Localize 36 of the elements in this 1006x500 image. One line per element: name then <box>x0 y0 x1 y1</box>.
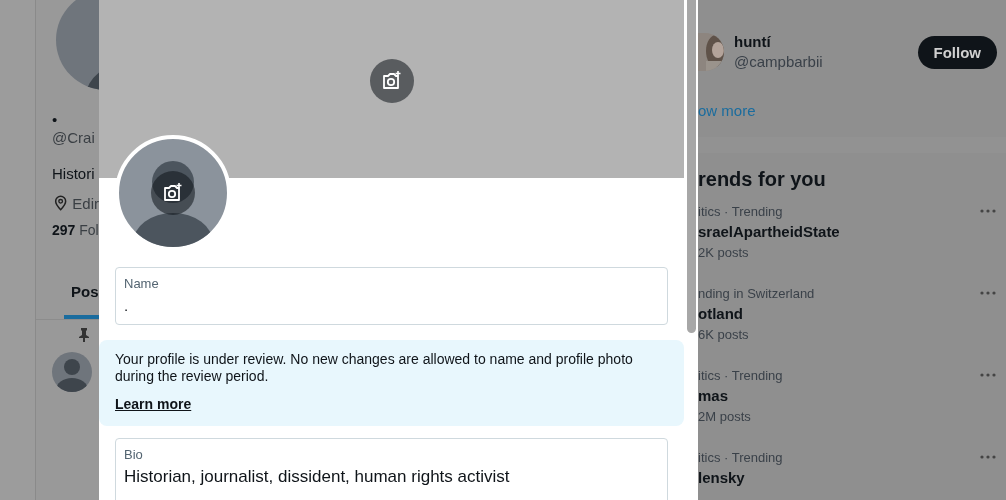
more-options-icon[interactable] <box>980 373 996 377</box>
location-pin-icon <box>54 194 68 212</box>
trend-post-count: 2K posts <box>698 244 750 262</box>
trend-name[interactable]: sraelApartheidState <box>698 221 980 243</box>
pin-icon <box>79 328 89 342</box>
trend-name[interactable]: otland <box>698 303 980 325</box>
user-name[interactable]: huntí <box>734 32 918 52</box>
user-handle: @campbarbii <box>734 52 824 72</box>
trend-name[interactable]: lensky <box>698 467 980 489</box>
more-options-icon[interactable] <box>980 291 996 295</box>
trend-context: nding in Switzerland <box>698 285 816 303</box>
add-photo-button[interactable] <box>151 171 195 215</box>
trend-context: itics · Trending <box>698 449 784 467</box>
profile-name: • <box>52 112 59 128</box>
profile-handle: @Crai <box>52 128 96 148</box>
avatar-silhouette <box>52 352 92 392</box>
name-field[interactable]: Name . <box>115 267 668 325</box>
trend-post-count: 6K posts <box>698 326 750 344</box>
following-count: 297 Fol <box>52 222 99 238</box>
trend-name[interactable]: mas <box>698 385 980 407</box>
more-options-icon[interactable] <box>980 455 996 459</box>
profile-bio: Histori <box>52 164 96 184</box>
trends-heading: rends for you <box>698 167 827 191</box>
bio-field[interactable]: Bio Historian, journalist, dissident, human rights activist <box>115 438 668 500</box>
trend-post-count: 2M posts <box>698 408 752 426</box>
learn-more-link[interactable]: Learn more <box>115 396 192 412</box>
scrollbar-thumb[interactable] <box>687 0 696 333</box>
trend-context: itics · Trending <box>698 367 784 385</box>
camera-icon <box>380 70 403 92</box>
profile-location: Edir <box>72 194 99 212</box>
camera-icon <box>162 182 184 204</box>
add-photo-button[interactable] <box>369 59 414 103</box>
more-options-icon[interactable] <box>980 209 996 213</box>
follow-button[interactable]: Follow <box>917 35 997 69</box>
review-notice-text: Your profile is under review. No new changes are allowed to name and profile photo during the review period. <box>115 351 634 385</box>
trend-context: itics · Trending <box>698 203 784 221</box>
